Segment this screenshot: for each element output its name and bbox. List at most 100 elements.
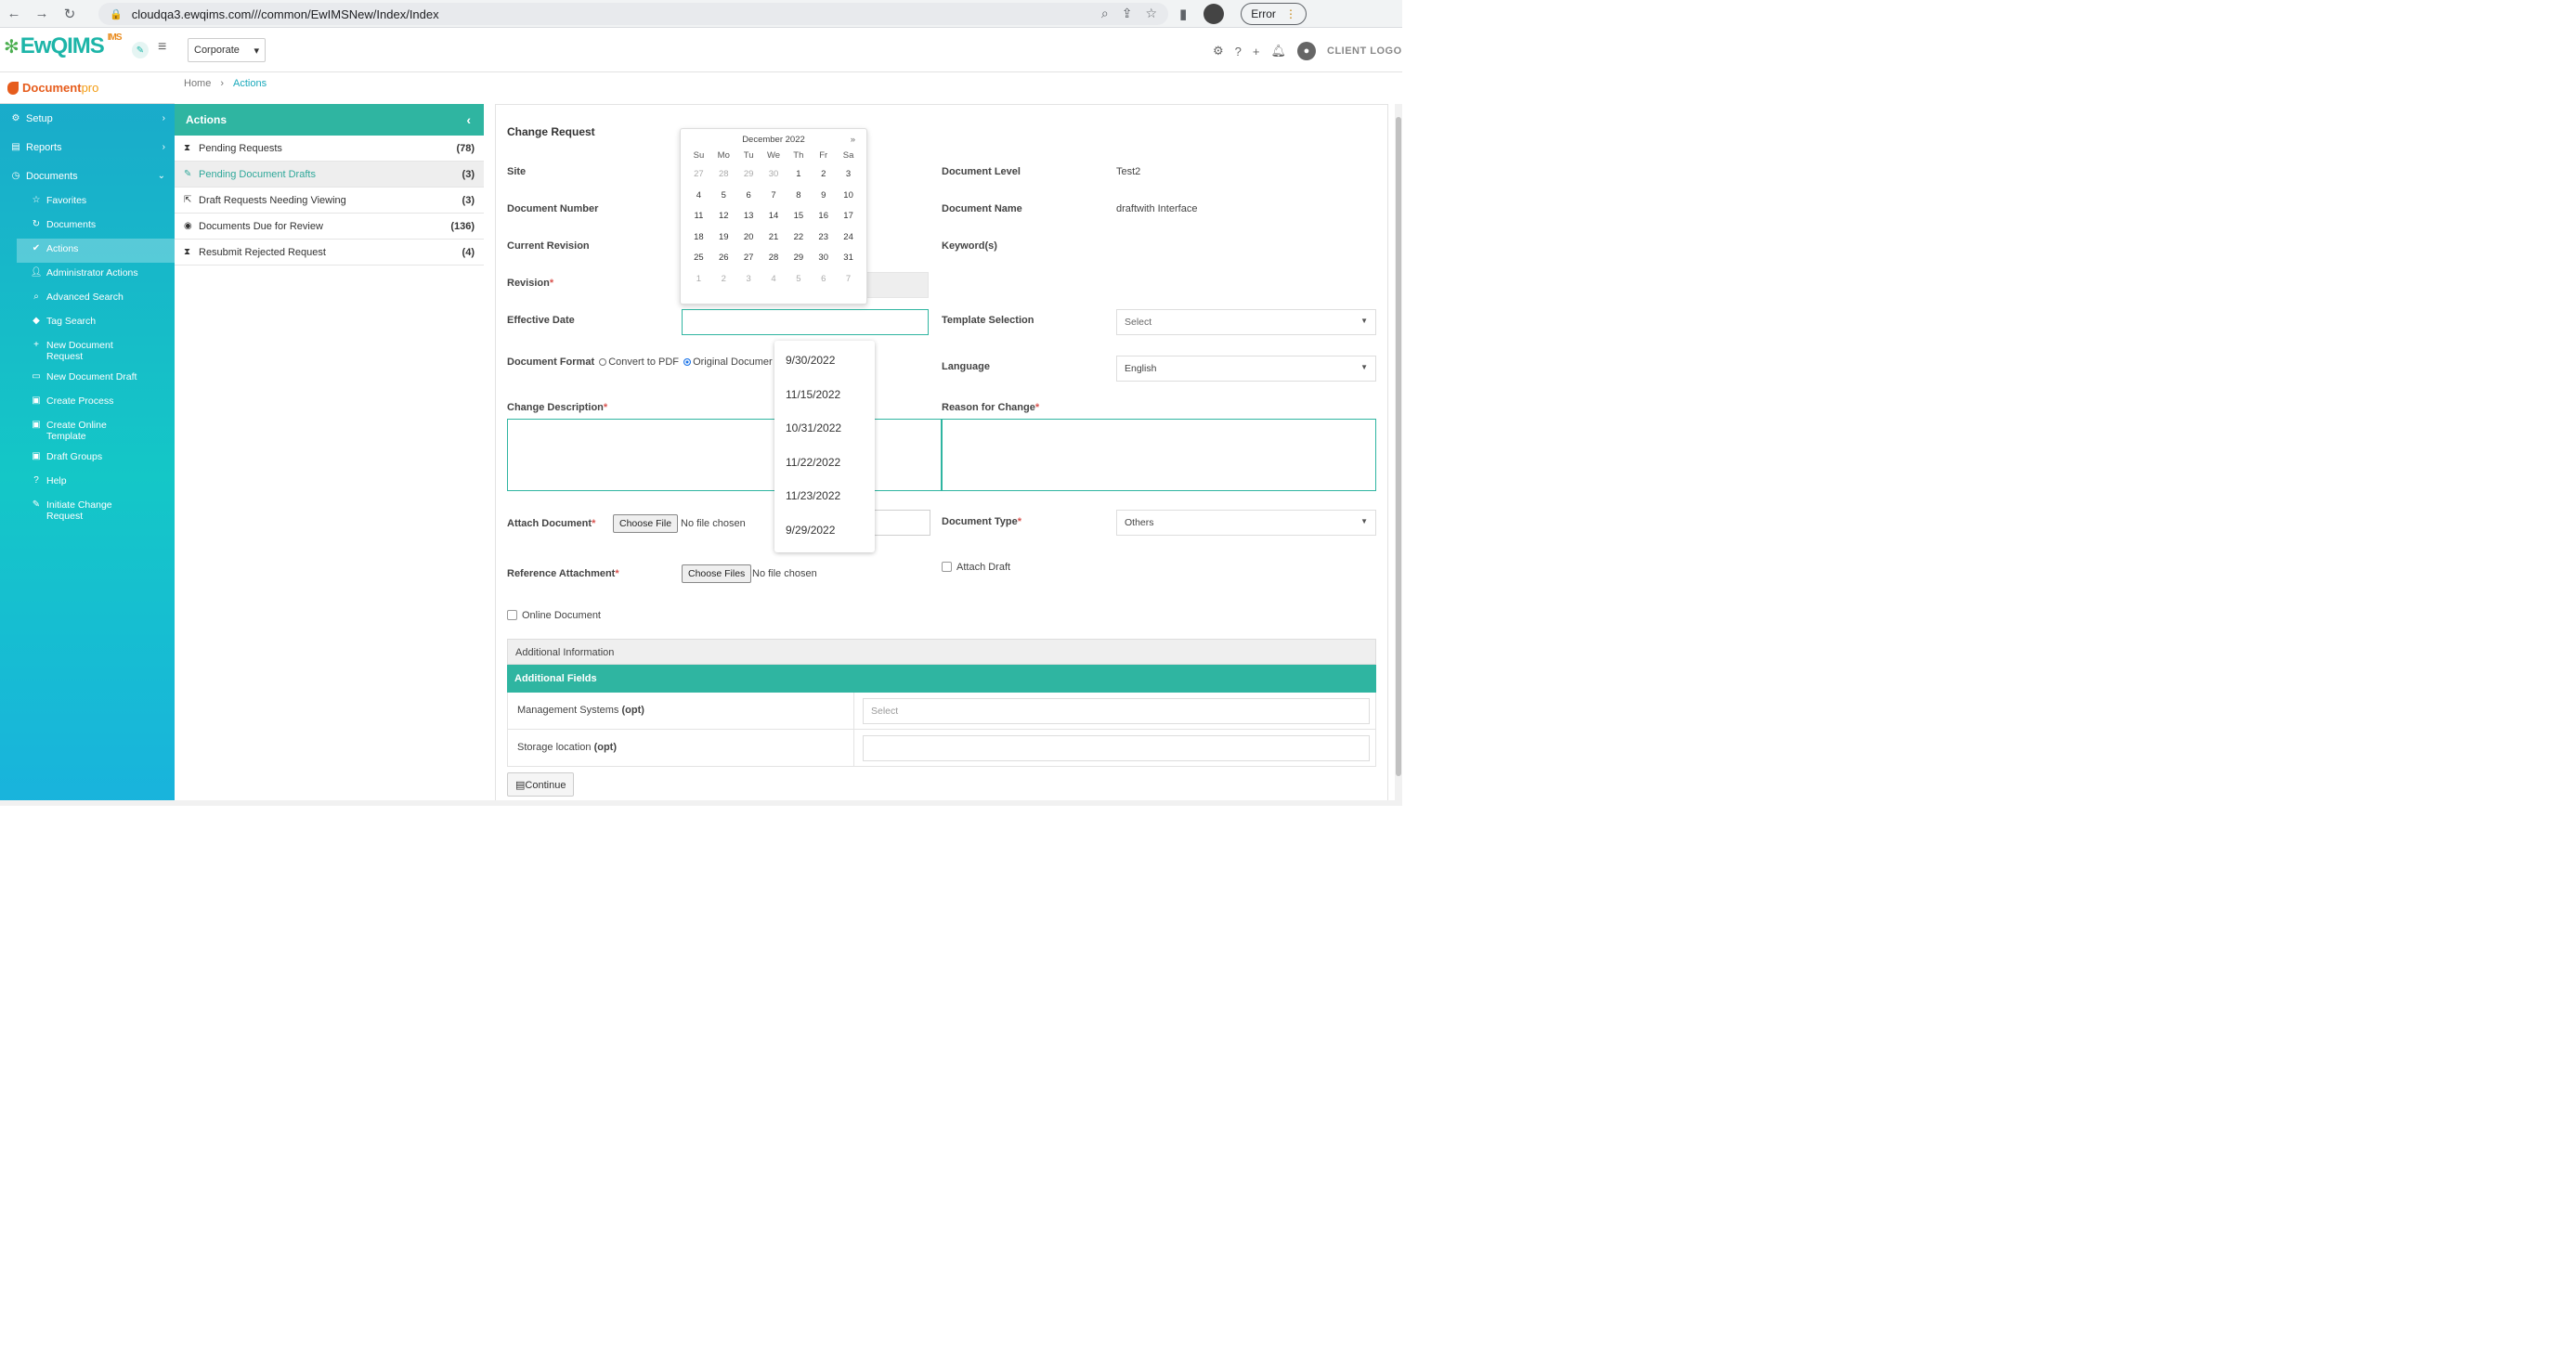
- datepicker-day[interactable]: 23: [811, 227, 836, 249]
- datepicker-day[interactable]: 29: [786, 248, 811, 269]
- sidebar-sub-admin-actions[interactable]: 👤︎ Administrator Actions: [0, 263, 175, 287]
- datepicker-day[interactable]: 14: [761, 206, 787, 227]
- template-selection-select[interactable]: Select ▼: [1116, 309, 1376, 335]
- effective-date-input[interactable]: [682, 309, 929, 335]
- datepicker-day[interactable]: 4: [686, 186, 711, 207]
- sidebar-sub-new-doc-request[interactable]: + New Document Request: [0, 335, 175, 367]
- sidebar-sub-initiate-change[interactable]: ✎ Initiate Change Request: [0, 495, 175, 526]
- sidebar-sub-help[interactable]: ? Help: [0, 471, 175, 495]
- online-doc-checkbox[interactable]: [507, 610, 517, 620]
- datepicker-day[interactable]: 22: [786, 227, 811, 249]
- sidebar-sub-advanced-search[interactable]: ⌕ Advanced Search: [0, 287, 175, 311]
- doc-type-select[interactable]: Others ▼: [1116, 510, 1376, 536]
- back-icon[interactable]: ←: [0, 0, 28, 28]
- choose-files-button[interactable]: Choose Files: [682, 564, 752, 583]
- datepicker-day[interactable]: 7: [836, 269, 861, 291]
- datepicker-day[interactable]: 8: [786, 186, 811, 207]
- zoom-icon[interactable]: ⌕: [1101, 6, 1109, 21]
- sidebar-item-setup[interactable]: ⚙ Setup ›: [0, 104, 175, 133]
- datepicker-day[interactable]: 7: [761, 186, 787, 207]
- profile-avatar[interactable]: [1203, 4, 1225, 24]
- reload-icon[interactable]: ↻: [56, 0, 84, 28]
- datepicker-day[interactable]: 13: [736, 206, 761, 227]
- datepicker-day[interactable]: 21: [761, 227, 787, 249]
- datepicker-day[interactable]: 3: [736, 269, 761, 291]
- datepicker-day[interactable]: 1: [786, 164, 811, 186]
- autocomplete-option[interactable]: 9/29/2022: [774, 518, 875, 552]
- datepicker-day[interactable]: 10: [836, 186, 861, 207]
- datepicker-day[interactable]: 6: [811, 269, 836, 291]
- datepicker-day[interactable]: 5: [786, 269, 811, 291]
- original-doc-radio[interactable]: [683, 358, 692, 367]
- action-resubmit-rejected[interactable]: ⧗ Resubmit Rejected Request (4): [175, 240, 484, 266]
- action-pending-requests[interactable]: ⧗ Pending Requests (78): [175, 136, 484, 162]
- datepicker-next-icon[interactable]: »: [851, 133, 855, 148]
- datepicker-day[interactable]: 28: [761, 248, 787, 269]
- datepicker-day[interactable]: 16: [811, 206, 836, 227]
- collapse-chevron-icon[interactable]: ‹: [466, 112, 471, 127]
- datepicker-day[interactable]: 2: [811, 164, 836, 186]
- sidepanel-icon[interactable]: ▮: [1179, 6, 1187, 22]
- site-select[interactable]: Corporate ▾: [188, 38, 266, 62]
- additional-info-section[interactable]: Additional Information: [507, 639, 1376, 665]
- sidebar-sub-tag-search[interactable]: ◆ Tag Search: [0, 311, 175, 335]
- datepicker-day[interactable]: 12: [711, 206, 736, 227]
- reason-textarea[interactable]: [942, 419, 1376, 491]
- forward-icon[interactable]: →: [28, 0, 56, 28]
- datepicker-day[interactable]: 9: [811, 186, 836, 207]
- management-systems-select[interactable]: Select: [863, 698, 1370, 724]
- sidebar-sub-documents[interactable]: ↻ Documents: [0, 214, 175, 239]
- datepicker-day[interactable]: 6: [736, 186, 761, 207]
- datepicker-day[interactable]: 31: [836, 248, 861, 269]
- hamburger-menu-icon[interactable]: ≡: [158, 39, 166, 56]
- settings-gear-icon[interactable]: ⚙: [1213, 44, 1224, 58]
- autocomplete-option[interactable]: 9/30/2022: [774, 348, 875, 382]
- breadcrumb-home[interactable]: Home: [184, 78, 211, 89]
- scrollbar-thumb[interactable]: [1396, 117, 1401, 776]
- sidebar-sub-draft-groups[interactable]: ▣ Draft Groups: [0, 447, 175, 471]
- help-circle-icon[interactable]: ?: [1235, 45, 1242, 58]
- datepicker-day[interactable]: 5: [711, 186, 736, 207]
- continue-button[interactable]: ▤Continue: [507, 772, 575, 797]
- datepicker-day[interactable]: 2: [711, 269, 736, 291]
- autocomplete-option[interactable]: 10/31/2022: [774, 416, 875, 450]
- sidebar-sub-new-doc-draft[interactable]: ▭ New Document Draft: [0, 367, 175, 391]
- language-select[interactable]: English ▼: [1116, 356, 1376, 382]
- vertical-scrollbar[interactable]: [1395, 104, 1402, 806]
- datepicker-day[interactable]: 4: [761, 269, 787, 291]
- sidebar-item-reports[interactable]: ▤ Reports ›: [0, 133, 175, 162]
- action-pending-drafts[interactable]: ✎ Pending Document Drafts (3): [175, 162, 484, 188]
- datepicker-day[interactable]: 30: [761, 164, 787, 186]
- add-plus-icon[interactable]: +: [1253, 45, 1260, 58]
- datepicker-day[interactable]: 27: [686, 164, 711, 186]
- datepicker-day[interactable]: 15: [786, 206, 811, 227]
- attach-draft-checkbox[interactable]: [942, 562, 952, 572]
- horizontal-scrollbar[interactable]: [0, 800, 1395, 806]
- sidebar-sub-create-template[interactable]: ▣ Create Online Template: [0, 415, 175, 447]
- change-desc-textarea[interactable]: [507, 419, 942, 491]
- datepicker-day[interactable]: 17: [836, 206, 861, 227]
- datepicker-day[interactable]: 30: [811, 248, 836, 269]
- notification-bell-icon[interactable]: 🔔︎: [1270, 44, 1286, 58]
- datepicker-day[interactable]: 11: [686, 206, 711, 227]
- datepicker-day[interactable]: 19: [711, 227, 736, 249]
- sidebar-sub-actions[interactable]: ✔ Actions: [17, 239, 175, 263]
- datepicker-day[interactable]: 28: [711, 164, 736, 186]
- datepicker-day[interactable]: 24: [836, 227, 861, 249]
- sidebar-sub-create-process[interactable]: ▣ Create Process: [0, 391, 175, 415]
- action-docs-due-review[interactable]: ◉ Documents Due for Review (136): [175, 214, 484, 240]
- autocomplete-option[interactable]: 11/23/2022: [774, 484, 875, 518]
- datepicker-day[interactable]: 18: [686, 227, 711, 249]
- error-button[interactable]: Error ⋮: [1241, 3, 1307, 25]
- datepicker-day[interactable]: 20: [736, 227, 761, 249]
- datepicker-day[interactable]: 1: [686, 269, 711, 291]
- convert-pdf-radio[interactable]: [599, 358, 607, 367]
- storage-location-input[interactable]: [863, 735, 1370, 761]
- bookmark-star-icon[interactable]: ☆: [1145, 6, 1157, 21]
- pin-icon[interactable]: ✎: [132, 42, 149, 58]
- choose-file-button[interactable]: Choose File: [613, 514, 679, 533]
- address-bar[interactable]: 🔒 cloudqa3.ewqims.com///common/EwIMSNew/…: [98, 3, 1168, 25]
- datepicker-day[interactable]: 3: [836, 164, 861, 186]
- datepicker-day[interactable]: 25: [686, 248, 711, 269]
- sidebar-item-documents[interactable]: ◷ Documents ⌄: [0, 162, 175, 190]
